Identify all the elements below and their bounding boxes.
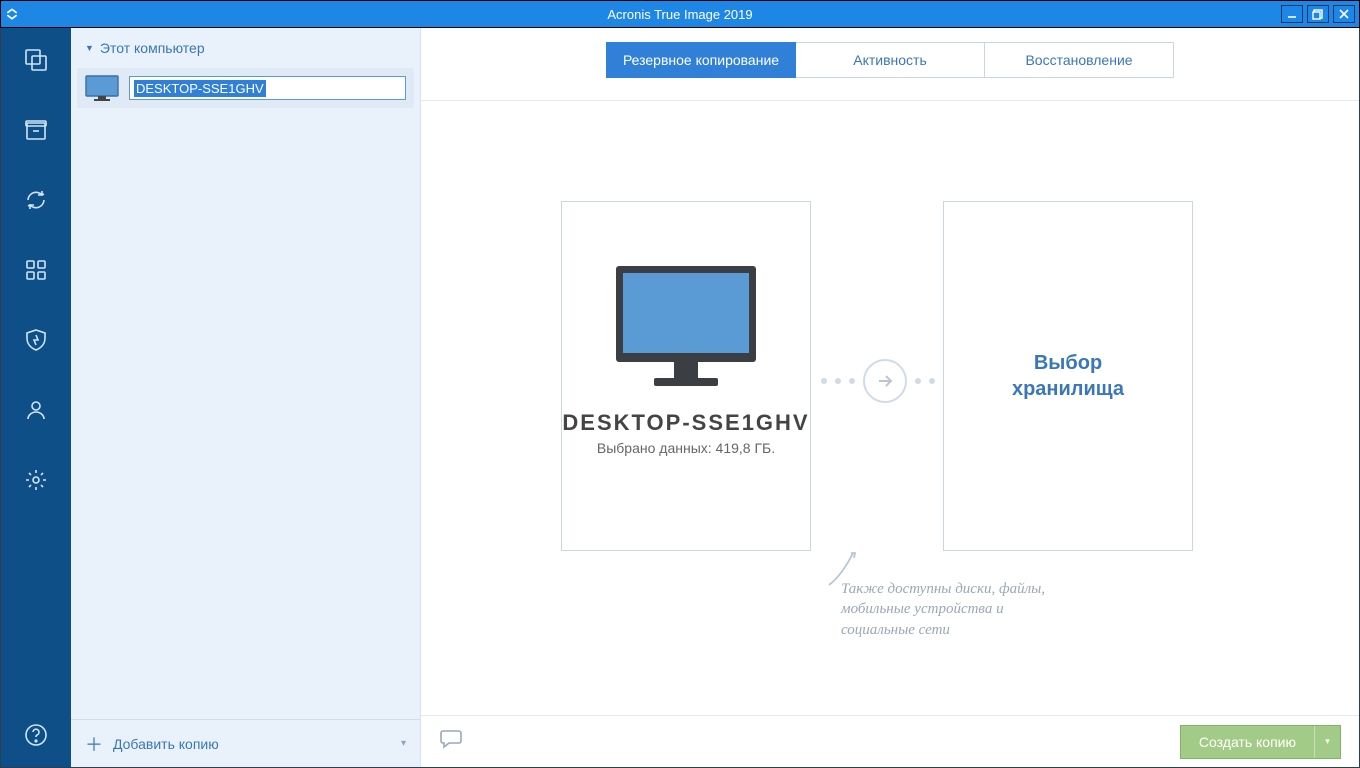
arrow-right-icon (863, 359, 907, 403)
backup-name-input[interactable]: DESKTOP-SSE1GHV (129, 76, 406, 100)
chevron-down-icon: ▼ (85, 43, 94, 53)
close-button[interactable] (1333, 5, 1355, 23)
plus-icon: ＋ (85, 731, 103, 757)
nav-help[interactable] (18, 717, 54, 753)
nav-account[interactable] (18, 392, 54, 428)
backup-stage: DESKTOP-SSE1GHV Выбрано данных: 419,8 ГБ… (421, 101, 1359, 715)
nav-sync[interactable] (18, 182, 54, 218)
window-title: Acronis True Image 2019 (1, 7, 1359, 22)
add-backup-label: Добавить копию (113, 736, 219, 752)
tab-recovery[interactable]: Восстановление (984, 42, 1174, 78)
chevron-down-icon[interactable]: ▾ (1314, 726, 1340, 758)
backup-target-card[interactable]: Выборхранилища (943, 201, 1193, 551)
bottom-bar: Создать копию ▾ (421, 715, 1359, 767)
comments-icon[interactable] (439, 728, 463, 755)
hint-text: Также доступны диски, файлы, мобильные у… (841, 579, 1081, 640)
sidebar: ▼ Этот компьютер DESKTOP-SSE1GHV ＋ Добав… (71, 28, 421, 767)
source-title: DESKTOP-SSE1GHV (562, 410, 809, 436)
minimize-button[interactable] (1281, 5, 1303, 23)
maximize-button[interactable] (1307, 5, 1329, 23)
chevron-down-icon[interactable]: ▾ (401, 738, 406, 749)
sidebar-group-header[interactable]: ▼ Этот компьютер (71, 28, 420, 68)
sidebar-group-label: Этот компьютер (100, 40, 205, 56)
create-backup-button[interactable]: Создать копию ▾ (1180, 725, 1341, 759)
transfer-arrow (821, 359, 949, 403)
nav-settings[interactable] (18, 462, 54, 498)
backup-source-card[interactable]: DESKTOP-SSE1GHV Выбрано данных: 419,8 ГБ… (561, 201, 811, 551)
target-label: Выборхранилища (1012, 350, 1124, 402)
tab-activity[interactable]: Активность (795, 42, 985, 78)
main-panel: Резервное копирование Активность Восстан… (421, 28, 1359, 767)
backup-list-item[interactable]: DESKTOP-SSE1GHV (77, 68, 414, 108)
nav-tools[interactable] (18, 252, 54, 288)
monitor-icon (606, 260, 766, 400)
add-backup-button[interactable]: ＋ Добавить копию ▾ (71, 719, 420, 767)
nav-protection[interactable] (18, 322, 54, 358)
resize-grip-icon[interactable] (5, 7, 19, 21)
tab-backup[interactable]: Резервное копирование (606, 42, 796, 78)
nav-backup[interactable] (18, 42, 54, 78)
tab-bar: Резервное копирование Активность Восстан… (421, 28, 1359, 78)
monitor-icon (85, 75, 119, 101)
source-subtitle: Выбрано данных: 419,8 ГБ. (597, 440, 775, 456)
titlebar: Acronis True Image 2019 (0, 0, 1360, 28)
nav-rail (1, 28, 71, 767)
nav-archive[interactable] (18, 112, 54, 148)
